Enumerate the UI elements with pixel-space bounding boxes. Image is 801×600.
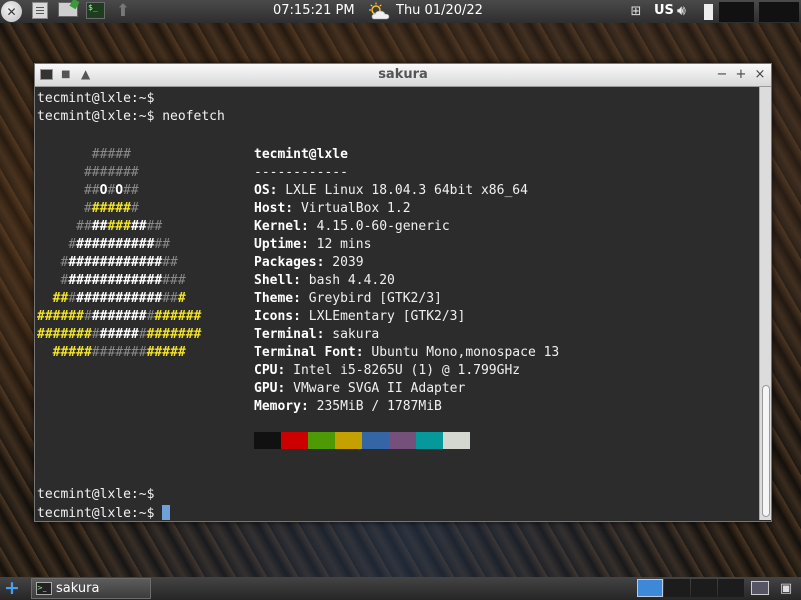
color-swatch (335, 432, 362, 449)
ascii-line: ################# (52, 345, 186, 360)
ascii-logo: ##### ####### ##O#O## ####### ##########… (37, 146, 201, 362)
main-menu-icon[interactable]: + (3, 577, 21, 599)
window-title: sakura (378, 67, 428, 82)
maximize-button[interactable]: + (734, 67, 748, 82)
info-line: OS: LXLE Linux 18.04.3 64bit x86_64 (254, 183, 528, 198)
ascii-line: ##################### (37, 327, 202, 342)
info-line: Terminal: sakura (254, 327, 380, 342)
minimize-button[interactable]: − (715, 67, 729, 82)
color-swatch (308, 432, 335, 449)
tray-slot[interactable] (719, 2, 754, 22)
color-swatch (281, 432, 308, 449)
color-swatch (443, 432, 470, 449)
info-line: Icons: LXLEmentary [GTK2/3] (254, 309, 466, 324)
active-prompt-line[interactable]: tecmint@lxle:~$ (37, 505, 171, 520)
ascii-line: ################ (60, 273, 186, 288)
taskbar-item-label: sakura (56, 581, 100, 596)
info-line: Terminal Font: Ubuntu Mono,monospace 13 (254, 345, 560, 360)
scrollbar[interactable] (759, 87, 771, 520)
file-manager-icon[interactable] (32, 2, 48, 19)
info-line: Memory: 235MiB / 1787MiB (254, 399, 442, 414)
ascii-line: ####### (83, 201, 139, 216)
show-desktop-icon[interactable] (751, 581, 769, 595)
date[interactable]: Thu 01/20/22 (396, 3, 483, 18)
clock[interactable]: 07:15:21 PM (273, 3, 355, 18)
ascii-line: ##### (91, 147, 131, 162)
title-bar[interactable]: ■ ▲ sakura − + × (35, 64, 771, 87)
info-line: Shell: bash 4.4.20 (254, 273, 395, 288)
terminal-area[interactable]: tecmint@lxle:~$ tecmint@lxle:~$ neofetch… (36, 87, 758, 520)
info-line: Uptime: 12 mins (254, 237, 372, 252)
system-info: tecmint@lxle ------------ OS: LXLE Linux 1… (254, 146, 559, 416)
update-arrow-icon[interactable]: ⬆ (114, 2, 132, 20)
info-line: CPU: Intel i5-8265U (1) @ 1.799GHz (254, 363, 521, 378)
ascii-line: ############# (68, 237, 171, 252)
info-line: Packages: 2039 (254, 255, 364, 270)
volume-icon[interactable]: 🔊︎ (677, 2, 699, 21)
tray-slot[interactable] (759, 2, 799, 22)
info-line: ------------ (254, 165, 348, 180)
terminal-window: ■ ▲ sakura − + × tecmint@lxle:~$ tecmint… (34, 63, 772, 522)
bottom-panel: + >_ sakura ▣ (0, 577, 801, 600)
keyboard-layout[interactable]: US (654, 3, 674, 18)
system-monitor-icon[interactable] (58, 2, 78, 17)
color-swatch (416, 432, 443, 449)
info-line: GPU: VMware SVGA II Adapter (254, 381, 466, 396)
ascii-line: ####### (83, 165, 139, 180)
ascii-line: ##O#O## (83, 183, 139, 198)
prompt-line: tecmint@lxle:~$ (37, 487, 155, 502)
workspace-2[interactable] (664, 579, 690, 597)
window-list-icon[interactable]: ▣ (777, 580, 795, 597)
command-line: tecmint@lxle:~$ neofetch (37, 109, 225, 124)
ascii-line: ############### (60, 255, 178, 270)
workspace-3[interactable] (691, 579, 717, 597)
text-cursor (162, 505, 171, 520)
color-palette (254, 432, 470, 449)
terminal-icon[interactable]: $_ (86, 2, 105, 19)
ascii-line: ##################### (37, 309, 202, 324)
lxle-logo-icon[interactable]: ✕ (1, 1, 22, 22)
color-swatch (254, 432, 281, 449)
prompt-text: tecmint@lxle:~$ (37, 506, 163, 520)
workspace-4[interactable] (718, 579, 744, 597)
info-line: Kernel: 4.15.0-60-generic (254, 219, 450, 234)
ascii-line: ################# (52, 291, 186, 306)
workspace-1[interactable] (637, 579, 663, 597)
info-line: tecmint@lxle (254, 147, 348, 162)
battery-icon[interactable] (704, 4, 713, 20)
scrollbar-thumb[interactable] (762, 385, 770, 517)
info-line: Host: VirtualBox 1.2 (254, 201, 411, 216)
weather-icon[interactable] (367, 2, 391, 21)
ascii-line: ########### (76, 219, 163, 234)
prompt-line: tecmint@lxle:~$ (37, 91, 155, 106)
terminal-icon: >_ (36, 582, 52, 595)
top-panel: ✕ $_ ⬆ 07:15:21 PM Thu 01/20/22 ⊞ US 🔊︎ (0, 0, 801, 23)
color-swatch (389, 432, 416, 449)
taskbar-item-sakura[interactable]: >_ sakura (31, 578, 151, 599)
color-swatch (362, 432, 389, 449)
close-button[interactable]: × (753, 67, 767, 82)
network-icon[interactable]: ⊞ (628, 4, 644, 19)
info-line: Theme: Greybird [GTK2/3] (254, 291, 442, 306)
